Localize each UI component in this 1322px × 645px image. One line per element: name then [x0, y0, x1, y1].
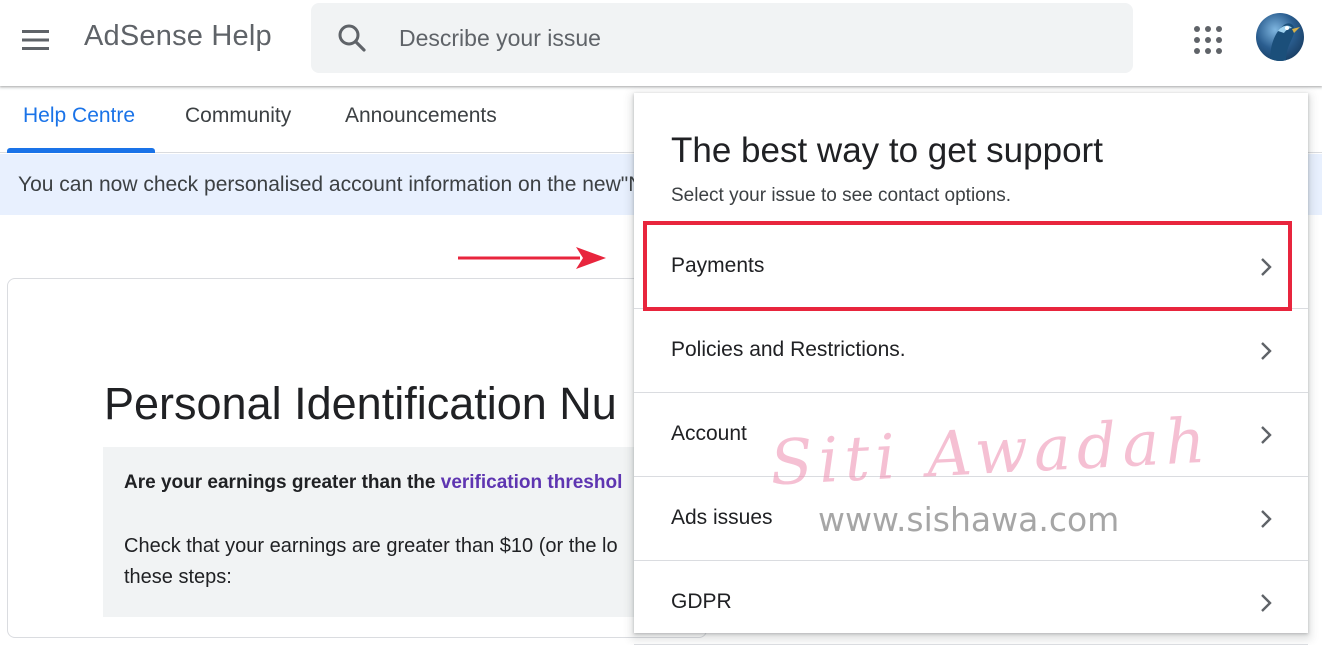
support-panel: The best way to get support Select your … — [634, 93, 1308, 645]
tab-community[interactable]: Community — [185, 104, 291, 128]
callout-question-text: Are your earnings greater than the — [124, 472, 441, 493]
arrow-right-annotation — [458, 247, 606, 269]
option-label: GDPR — [671, 590, 732, 613]
article-title: Personal Identification Nu — [104, 378, 617, 429]
callout-question: Are your earnings greater than the verif… — [124, 472, 622, 494]
option-policies[interactable]: Policies and Restrictions. — [634, 309, 1308, 393]
chevron-right-icon — [1261, 510, 1272, 528]
search-input[interactable] — [397, 17, 1097, 59]
callout-body: Check that your earnings are greater tha… — [124, 531, 644, 593]
option-label: Policies and Restrictions. — [671, 338, 906, 361]
tab-help-centre[interactable]: Help Centre — [23, 104, 135, 128]
option-label: Account — [671, 422, 747, 445]
chevron-right-icon — [1261, 426, 1272, 444]
app-title[interactable]: AdSense Help — [84, 20, 272, 53]
active-tab-indicator — [7, 148, 155, 153]
top-app-bar: AdSense Help — [0, 0, 1322, 86]
watermark-url: www.sishawa.com — [818, 500, 1120, 539]
callout-body-line: Check that your earnings are greater tha… — [124, 535, 618, 557]
search-box[interactable] — [311, 3, 1133, 73]
option-label: Ads issues — [671, 506, 773, 529]
main-menu-button[interactable] — [14, 18, 58, 62]
option-gdpr[interactable]: GDPR — [634, 561, 1308, 645]
search-icon[interactable] — [337, 23, 367, 53]
chevron-right-icon — [1261, 342, 1272, 360]
tab-announcements[interactable]: Announcements — [345, 104, 497, 128]
chevron-right-icon — [1261, 594, 1272, 612]
apps-grid-icon[interactable] — [1190, 22, 1226, 58]
avatar-image — [1270, 23, 1300, 61]
menu-icon — [22, 30, 49, 50]
verification-threshold-link[interactable]: verification threshol — [441, 472, 623, 493]
banner-text: You can now check personalised account i… — [18, 173, 644, 196]
callout-body-line: these steps: — [124, 566, 232, 588]
panel-title: The best way to get support — [671, 131, 1103, 170]
payments-highlight-annotation — [643, 221, 1292, 311]
avatar[interactable] — [1256, 13, 1304, 61]
panel-subtitle: Select your issue to see contact options… — [671, 185, 1012, 206]
